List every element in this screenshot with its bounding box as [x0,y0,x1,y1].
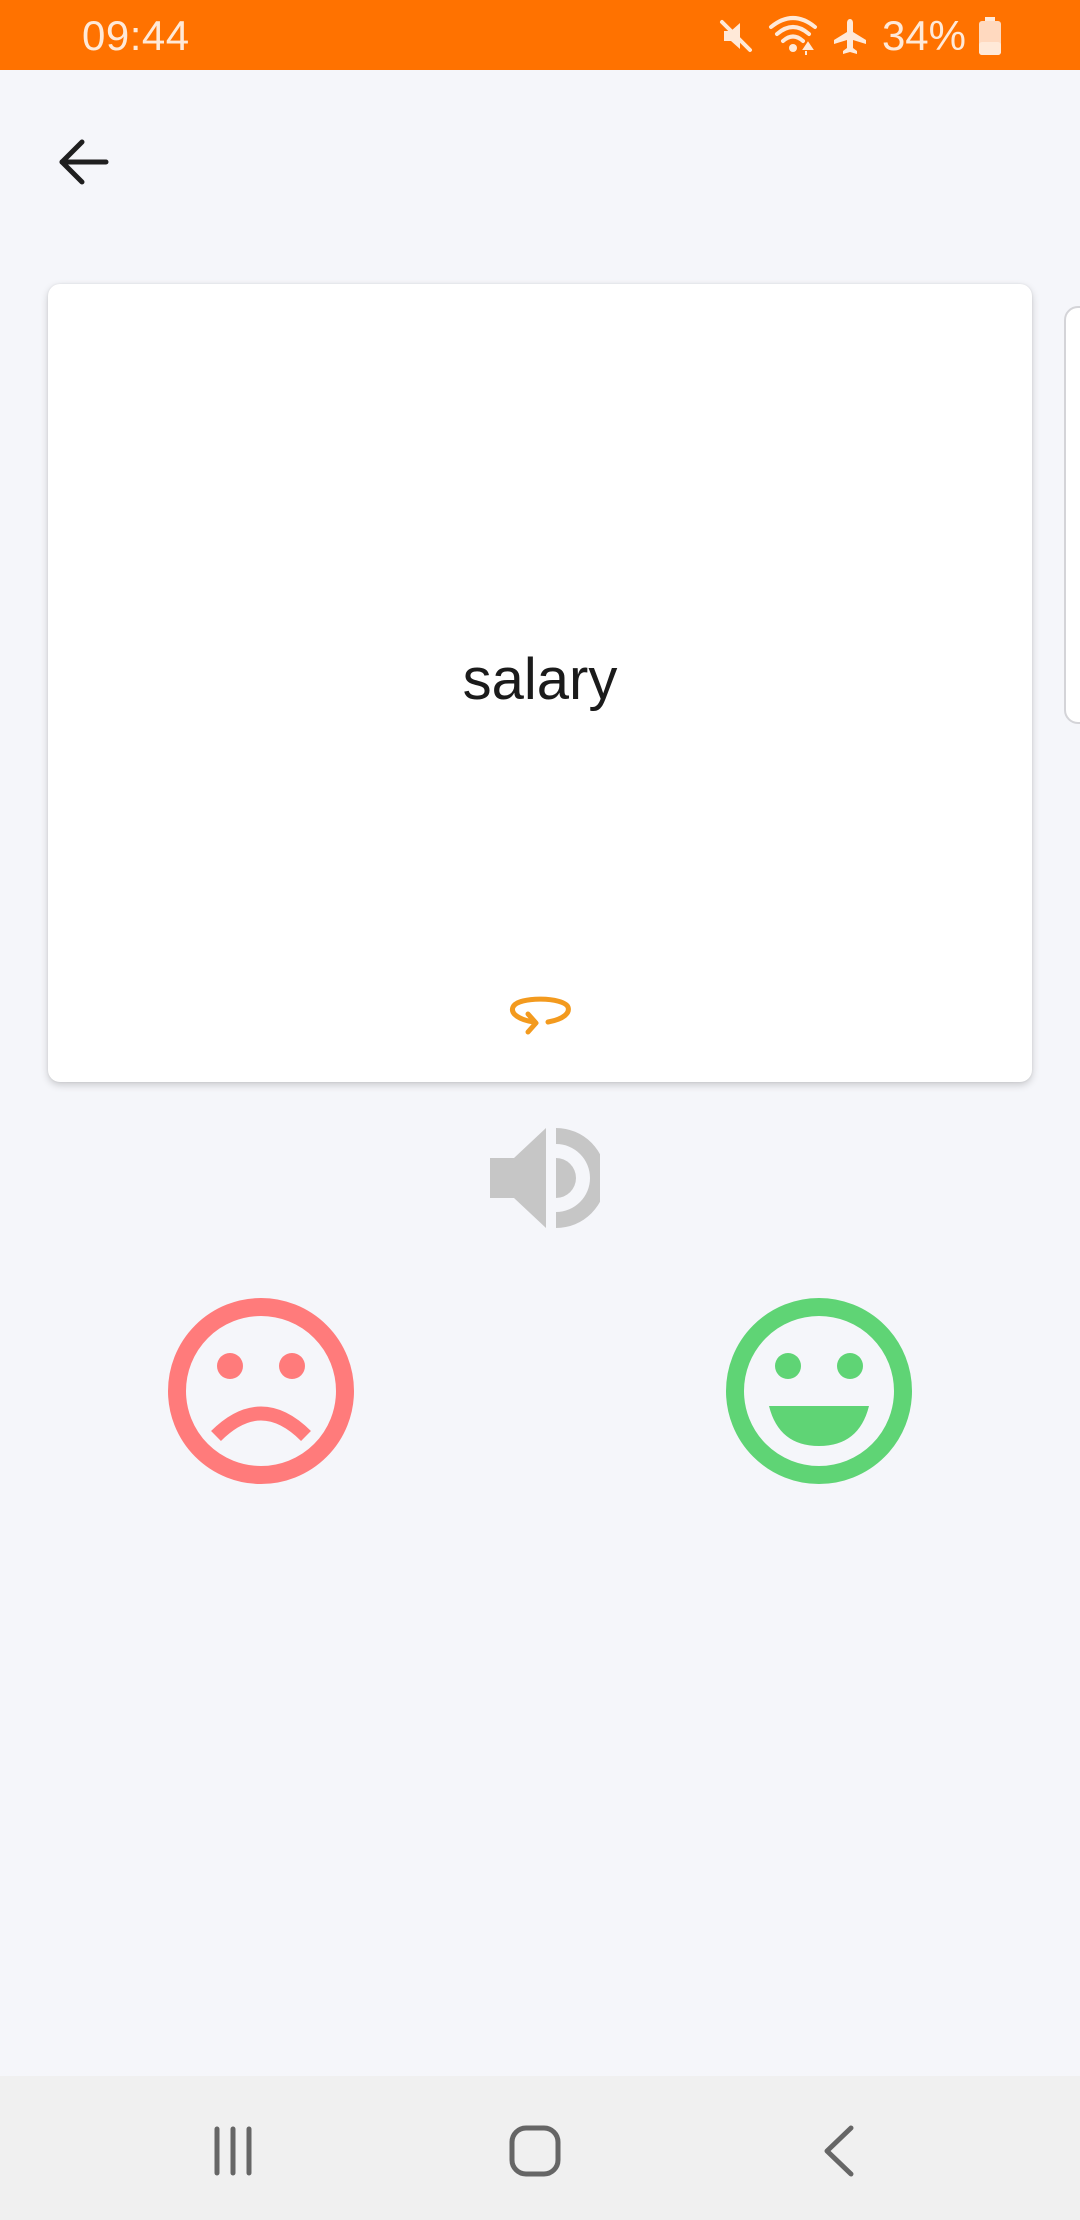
battery-percent: 34% [881,12,966,59]
flip-rotate-icon[interactable] [508,992,572,1038]
home-icon [509,2125,561,2177]
recent-apps-button[interactable] [198,2116,268,2186]
next-card-peek [1064,306,1080,724]
home-button[interactable] [500,2116,570,2186]
battery-icon [979,17,1001,55]
nav-back-button[interactable] [804,2116,874,2186]
wifi-icon [768,16,817,55]
card-word: salary [462,647,618,712]
happy-face-icon[interactable] [724,1296,914,1486]
status-bar: 09:44 34% [0,0,1080,70]
flashcard[interactable]: salary [48,284,1032,1082]
back-icon [824,2125,854,2177]
mute-icon [719,20,752,52]
app-header [0,70,1080,240]
recent-apps-icon [214,2126,252,2176]
speaker-icon[interactable] [480,1118,600,1238]
system-nav-bar [0,2076,1080,2220]
back-button[interactable] [40,118,128,206]
status-time: 09:44 [82,12,190,59]
airplane-mode-icon [833,19,866,54]
arrow-left-icon [59,139,109,185]
status-icons: 34% [716,10,1002,62]
sad-face-icon[interactable] [166,1296,356,1486]
